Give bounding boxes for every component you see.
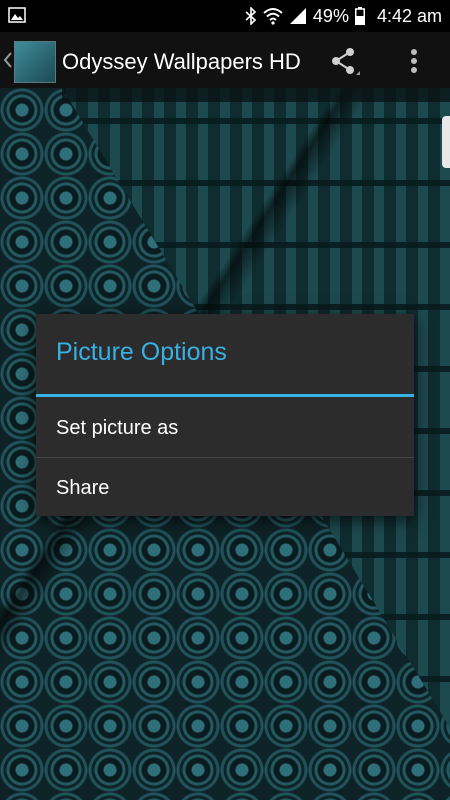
status-icons: 49% 4:42 am [245,0,442,32]
app-logo-icon[interactable] [14,41,56,83]
option-label: Share [56,476,110,499]
picture-options-dialog: Picture Options Set picture as Share [36,314,414,516]
gallery-notification-icon [8,7,26,23]
battery-percent: 49% [312,5,349,26]
scroll-handle[interactable] [442,116,450,168]
option-set-picture-as[interactable]: Set picture as [36,398,414,458]
share-button[interactable] [322,40,366,82]
share-icon [332,48,360,75]
overflow-menu-button[interactable] [398,40,430,82]
status-bar: 49% 4:42 am [0,0,450,32]
overflow-menu-icon [411,49,417,73]
option-label: Set picture as [56,416,179,439]
wallpaper-top-strip [62,88,450,102]
wifi-icon [263,8,283,25]
dialog-title-divider [36,394,414,397]
bluetooth-icon [245,7,257,25]
dialog-title: Picture Options [56,338,227,366]
signal-icon [289,8,306,24]
app-title: Odyssey Wallpapers HD [62,49,301,74]
back-chevron-icon[interactable] [3,50,13,70]
battery-icon [354,7,365,25]
option-share[interactable]: Share [36,458,414,518]
status-time: 4:42 am [376,5,442,26]
